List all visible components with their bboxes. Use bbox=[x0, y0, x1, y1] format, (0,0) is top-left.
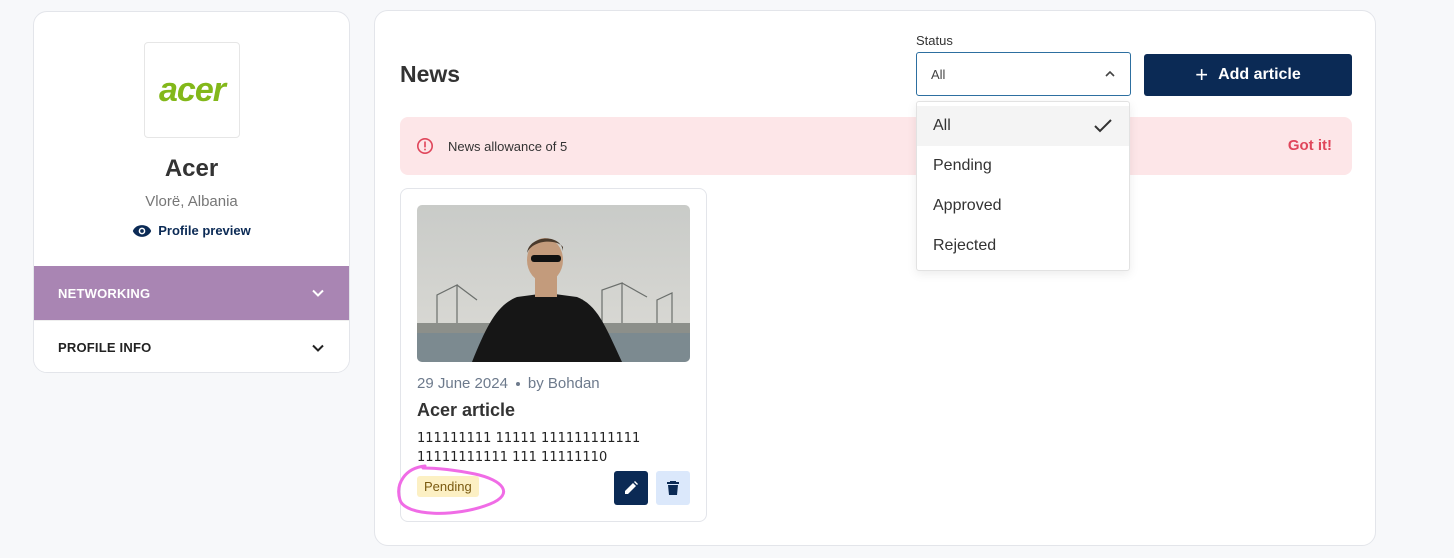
alert-message: News allowance of 5 bbox=[448, 138, 568, 154]
trash-icon bbox=[667, 481, 679, 495]
status-option-rejected[interactable]: Rejected bbox=[917, 226, 1129, 266]
profile-card: acer Acer Vlorë, Albania Profile preview… bbox=[33, 11, 350, 373]
page-title: News bbox=[400, 61, 461, 87]
section-networking[interactable]: NETWORKING bbox=[34, 266, 349, 320]
article-author: by Bohdan bbox=[527, 375, 600, 392]
section-profile-info[interactable]: PROFILE INFO bbox=[34, 320, 349, 372]
company-logo: acer bbox=[144, 42, 240, 138]
article-date: 29 June 2024 bbox=[417, 375, 508, 392]
status-option-label: Rejected bbox=[933, 237, 997, 254]
status-option-approved[interactable]: Approved bbox=[917, 186, 1129, 226]
check-icon bbox=[1094, 119, 1112, 133]
chevron-down-icon bbox=[312, 344, 324, 352]
profile-preview-label: Profile preview bbox=[158, 223, 251, 238]
status-option-label: Approved bbox=[933, 197, 1002, 214]
company-logo-text: acer bbox=[159, 70, 226, 109]
delete-article-button[interactable] bbox=[656, 471, 690, 505]
alert-dismiss-button[interactable]: Got it! bbox=[1288, 137, 1332, 154]
article-excerpt-line: 111111111 11111 111111111111 bbox=[417, 431, 641, 446]
plus-icon: + bbox=[1195, 62, 1209, 87]
status-option-pending[interactable]: Pending bbox=[917, 146, 1129, 186]
status-filter-value: All bbox=[931, 66, 946, 82]
status-option-all[interactable]: All bbox=[917, 106, 1129, 146]
add-article-button[interactable]: + Add article bbox=[1144, 54, 1352, 96]
allowance-alert: News allowance of 5 Got it! bbox=[400, 117, 1352, 175]
add-article-label: Add article bbox=[1218, 66, 1301, 83]
chevron-up-icon bbox=[1105, 70, 1115, 77]
section-profile-info-label: PROFILE INFO bbox=[58, 340, 152, 355]
company-location: Vlorë, Albania bbox=[145, 193, 238, 210]
article-title: Acer article bbox=[417, 400, 516, 420]
status-badge: Pending bbox=[417, 476, 479, 497]
article-excerpt: 111111111 11111 111111111111 11111111111… bbox=[417, 429, 687, 467]
article-meta: 29 June 2024 by Bohdan bbox=[417, 375, 600, 392]
chevron-down-icon bbox=[312, 289, 324, 297]
eye-icon bbox=[133, 224, 152, 237]
separator-dot bbox=[515, 381, 520, 386]
profile-preview-link[interactable]: Profile preview bbox=[34, 223, 349, 238]
section-networking-label: NETWORKING bbox=[58, 285, 151, 301]
status-option-label: All bbox=[933, 117, 951, 134]
pencil-icon bbox=[625, 481, 638, 494]
news-panel: News Status All + Add article News allow… bbox=[374, 10, 1376, 546]
article-excerpt-line: 11111111111 111 11111110 bbox=[417, 450, 608, 465]
status-option-label: Pending bbox=[933, 157, 992, 174]
company-name: Acer bbox=[164, 155, 219, 182]
status-dropdown-menu: All Pending Approved Rejected bbox=[916, 101, 1130, 271]
edit-article-button[interactable] bbox=[614, 471, 648, 505]
article-card[interactable]: 29 June 2024 by Bohdan Acer article 1111… bbox=[400, 188, 707, 522]
status-filter-select[interactable]: All bbox=[916, 52, 1131, 96]
alert-circle-icon bbox=[416, 137, 434, 155]
article-image bbox=[417, 205, 690, 362]
status-filter-label: Status bbox=[916, 33, 953, 48]
